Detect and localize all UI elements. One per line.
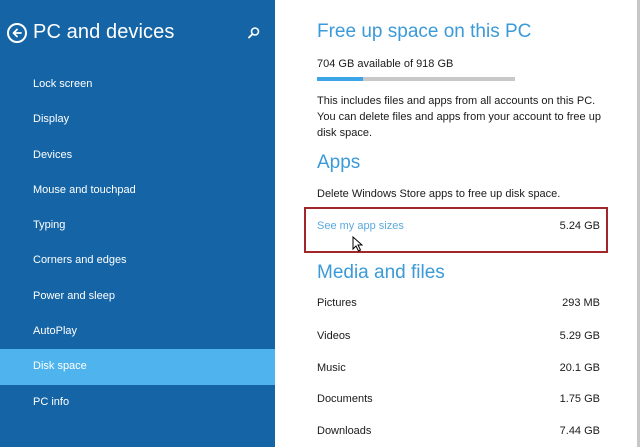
sidebar-item-disk-space[interactable]: Disk space <box>0 349 275 385</box>
media-row-size: 1.75 GB <box>559 393 600 405</box>
back-arrow-glyph <box>12 28 22 38</box>
storage-progress-fill <box>317 77 364 81</box>
sidebar-item-autoplay[interactable]: AutoPlay <box>0 314 275 349</box>
media-row-name[interactable]: Music <box>317 362 346 374</box>
sidebar-nav: Lock screen Display Devices Mouse and to… <box>0 67 275 420</box>
sidebar-item-mouse-and-touchpad[interactable]: Mouse and touchpad <box>0 173 275 208</box>
sidebar-item-pc-info[interactable]: PC info <box>0 385 275 420</box>
sidebar-item-lock-screen[interactable]: Lock screen <box>0 67 275 102</box>
media-row-name[interactable]: Videos <box>317 330 350 342</box>
sidebar-item-typing[interactable]: Typing <box>0 208 275 243</box>
media-row-name[interactable]: Downloads <box>317 425 371 437</box>
apps-description: Delete Windows Store apps to free up dis… <box>317 188 561 200</box>
free-space-description: This includes files and apps from all ac… <box>317 95 601 139</box>
media-row-size: 7.44 GB <box>559 425 600 437</box>
sidebar: PC and devices Lock screen Display Devic… <box>0 0 275 447</box>
available-space-text: 704 GB available of 918 GB <box>317 58 454 70</box>
storage-progress-bar <box>317 77 515 81</box>
free-space-heading: Free up space on this PC <box>317 21 532 42</box>
media-row-name[interactable]: Documents <box>317 393 373 405</box>
media-row-size: 5.29 GB <box>559 330 600 342</box>
page-title: PC and devices <box>33 21 175 43</box>
media-row-size: 20.1 GB <box>559 362 600 374</box>
back-arrow-icon[interactable] <box>7 23 27 43</box>
search-glyph <box>248 27 260 39</box>
mouse-pointer-icon <box>352 236 363 252</box>
sidebar-item-display[interactable]: Display <box>0 102 275 137</box>
main-content: Free up space on this PC 704 GB availabl… <box>275 0 640 447</box>
sidebar-item-corners-and-edges[interactable]: Corners and edges <box>0 243 275 278</box>
sidebar-item-devices[interactable]: Devices <box>0 138 275 173</box>
apps-heading: Apps <box>317 152 361 173</box>
sidebar-item-power-and-sleep[interactable]: Power and sleep <box>0 279 275 314</box>
media-row-size: 293 MB <box>562 297 600 309</box>
search-icon[interactable] <box>246 25 262 41</box>
sidebar-header: PC and devices <box>0 0 275 65</box>
see-app-sizes-link[interactable]: See my app sizes <box>317 220 404 232</box>
media-and-files-heading: Media and files <box>317 262 445 283</box>
media-row-name[interactable]: Pictures <box>317 297 357 309</box>
app-size-value: 5.24 GB <box>559 220 600 232</box>
